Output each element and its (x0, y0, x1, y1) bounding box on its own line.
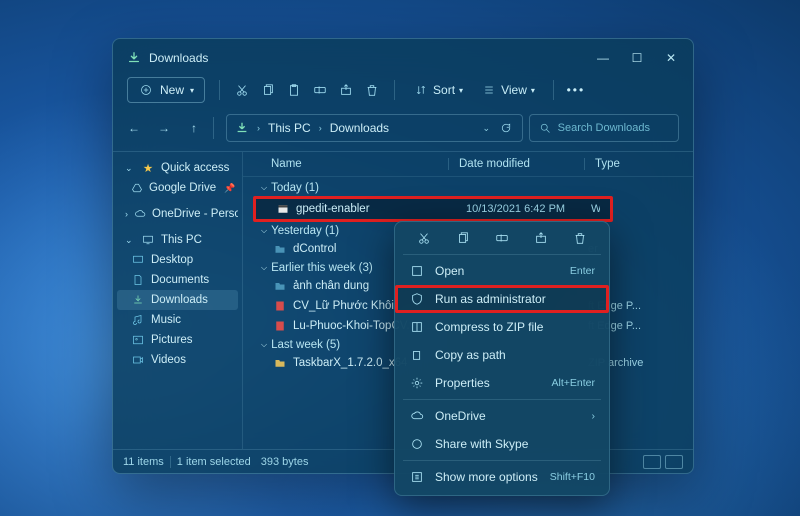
paste-icon[interactable] (286, 82, 302, 98)
pictures-icon (131, 333, 145, 347)
folder-icon (273, 279, 287, 293)
sidebar-downloads[interactable]: Downloads (117, 290, 238, 310)
ctx-copy-path[interactable]: Copy as path (395, 341, 609, 369)
ctx-open[interactable]: Open Enter (395, 257, 609, 285)
batch-file-icon (276, 202, 290, 216)
search-icon (538, 120, 552, 136)
sidebar-documents[interactable]: Documents (117, 270, 238, 290)
crumb-thispc[interactable]: This PC (268, 121, 311, 135)
more-button[interactable]: ••• (568, 82, 584, 98)
sidebar-thispc[interactable]: ⌄ This PC (117, 230, 238, 250)
downloads-icon (131, 293, 145, 307)
minimize-button[interactable]: — (597, 52, 609, 64)
file-row-gpedit[interactable]: gpedit-enabler 10/13/2021 6:42 PM Window… (253, 196, 613, 222)
music-icon (131, 313, 145, 327)
toolbar: New ▾ Sort ▾ View ▾ ••• (113, 75, 693, 111)
history-dropdown[interactable]: ⌄ (482, 123, 490, 134)
cut-icon[interactable] (234, 82, 250, 98)
forward-button[interactable]: → (157, 121, 171, 135)
downloads-icon (235, 121, 249, 135)
sidebar-quick-access[interactable]: ⌄ ★ Quick access (117, 158, 238, 178)
column-headers: Name Date modified Type (243, 152, 693, 177)
open-icon (409, 263, 425, 279)
cut-icon[interactable] (416, 230, 432, 246)
address-bar-row: ← → ↑ › This PC › Downloads ⌄ (113, 111, 693, 151)
context-quick-actions (395, 222, 609, 252)
sidebar-gdrive[interactable]: Google Drive 📌 (117, 178, 238, 198)
view-icon (481, 82, 497, 98)
cloud-icon (409, 408, 425, 424)
search-box[interactable] (529, 114, 679, 142)
path-icon (409, 347, 425, 363)
copy-icon[interactable] (455, 230, 471, 246)
pdf-icon (273, 319, 287, 333)
refresh-button[interactable] (498, 120, 514, 136)
sort-icon (413, 82, 429, 98)
shield-icon (409, 291, 425, 307)
context-menu: Open Enter Run as administrator Compress… (394, 221, 610, 496)
folder-icon (273, 242, 287, 256)
plus-icon (138, 82, 154, 98)
documents-icon (131, 273, 145, 287)
sidebar-desktop[interactable]: Desktop (117, 250, 238, 270)
maximize-button[interactable]: ☐ (631, 52, 643, 64)
videos-icon (131, 353, 145, 367)
sidebar: ⌄ ★ Quick access Google Drive 📌 › OneDri… (113, 152, 243, 449)
properties-icon (409, 375, 425, 391)
cloud-icon (134, 207, 146, 221)
ctx-properties[interactable]: Properties Alt+Enter (395, 369, 609, 397)
status-size: 393 bytes (261, 456, 309, 468)
ctx-run-as-admin[interactable]: Run as administrator (395, 285, 609, 313)
group-today[interactable]: ⌵Today (1) (243, 179, 693, 196)
col-name[interactable]: Name (253, 158, 438, 170)
share-icon[interactable] (533, 230, 549, 246)
back-button[interactable]: ← (127, 121, 141, 135)
pdf-icon (273, 299, 287, 313)
status-selected: 1 item selected (177, 456, 251, 468)
skype-icon (409, 436, 425, 452)
share-icon[interactable] (338, 82, 354, 98)
col-type[interactable]: Type (595, 158, 683, 170)
ctx-more-options[interactable]: Show more options Shift+F10 (395, 463, 609, 491)
downloads-icon (127, 51, 141, 65)
more-icon (409, 469, 425, 485)
copy-icon[interactable] (260, 82, 276, 98)
delete-icon[interactable] (572, 230, 588, 246)
view-button[interactable]: View ▾ (477, 82, 539, 98)
sidebar-onedrive[interactable]: › OneDrive - Perso (117, 204, 238, 224)
desktop-icon (131, 253, 145, 267)
delete-icon[interactable] (364, 82, 380, 98)
chevron-right-icon: › (592, 410, 596, 422)
ctx-compress-zip[interactable]: Compress to ZIP file (395, 313, 609, 341)
pc-icon (141, 233, 155, 247)
new-button[interactable]: New ▾ (127, 77, 205, 103)
status-count: 11 items (123, 456, 164, 468)
rename-icon[interactable] (312, 82, 328, 98)
titlebar: Downloads — ☐ ✕ (113, 39, 693, 75)
tiles-view-button[interactable] (665, 455, 683, 469)
window-title: Downloads (149, 51, 597, 65)
rename-icon[interactable] (494, 230, 510, 246)
breadcrumb[interactable]: › This PC › Downloads ⌄ (226, 114, 523, 142)
sidebar-videos[interactable]: Videos (117, 350, 238, 370)
sidebar-music[interactable]: Music (117, 310, 238, 330)
col-date[interactable]: Date modified (459, 158, 574, 170)
chevron-down-icon: ▾ (190, 86, 194, 95)
gdrive-icon (131, 181, 143, 195)
up-button[interactable]: ↑ (187, 121, 201, 135)
crumb-downloads[interactable]: Downloads (330, 121, 389, 135)
ctx-onedrive[interactable]: OneDrive › (395, 402, 609, 430)
zip-icon (273, 356, 287, 370)
star-icon: ★ (141, 161, 155, 175)
sidebar-pictures[interactable]: Pictures (117, 330, 238, 350)
details-view-button[interactable] (643, 455, 661, 469)
search-input[interactable] (558, 122, 670, 134)
sort-button[interactable]: Sort ▾ (409, 82, 467, 98)
close-button[interactable]: ✕ (665, 52, 677, 64)
ctx-skype[interactable]: Share with Skype (395, 430, 609, 458)
zip-icon (409, 319, 425, 335)
